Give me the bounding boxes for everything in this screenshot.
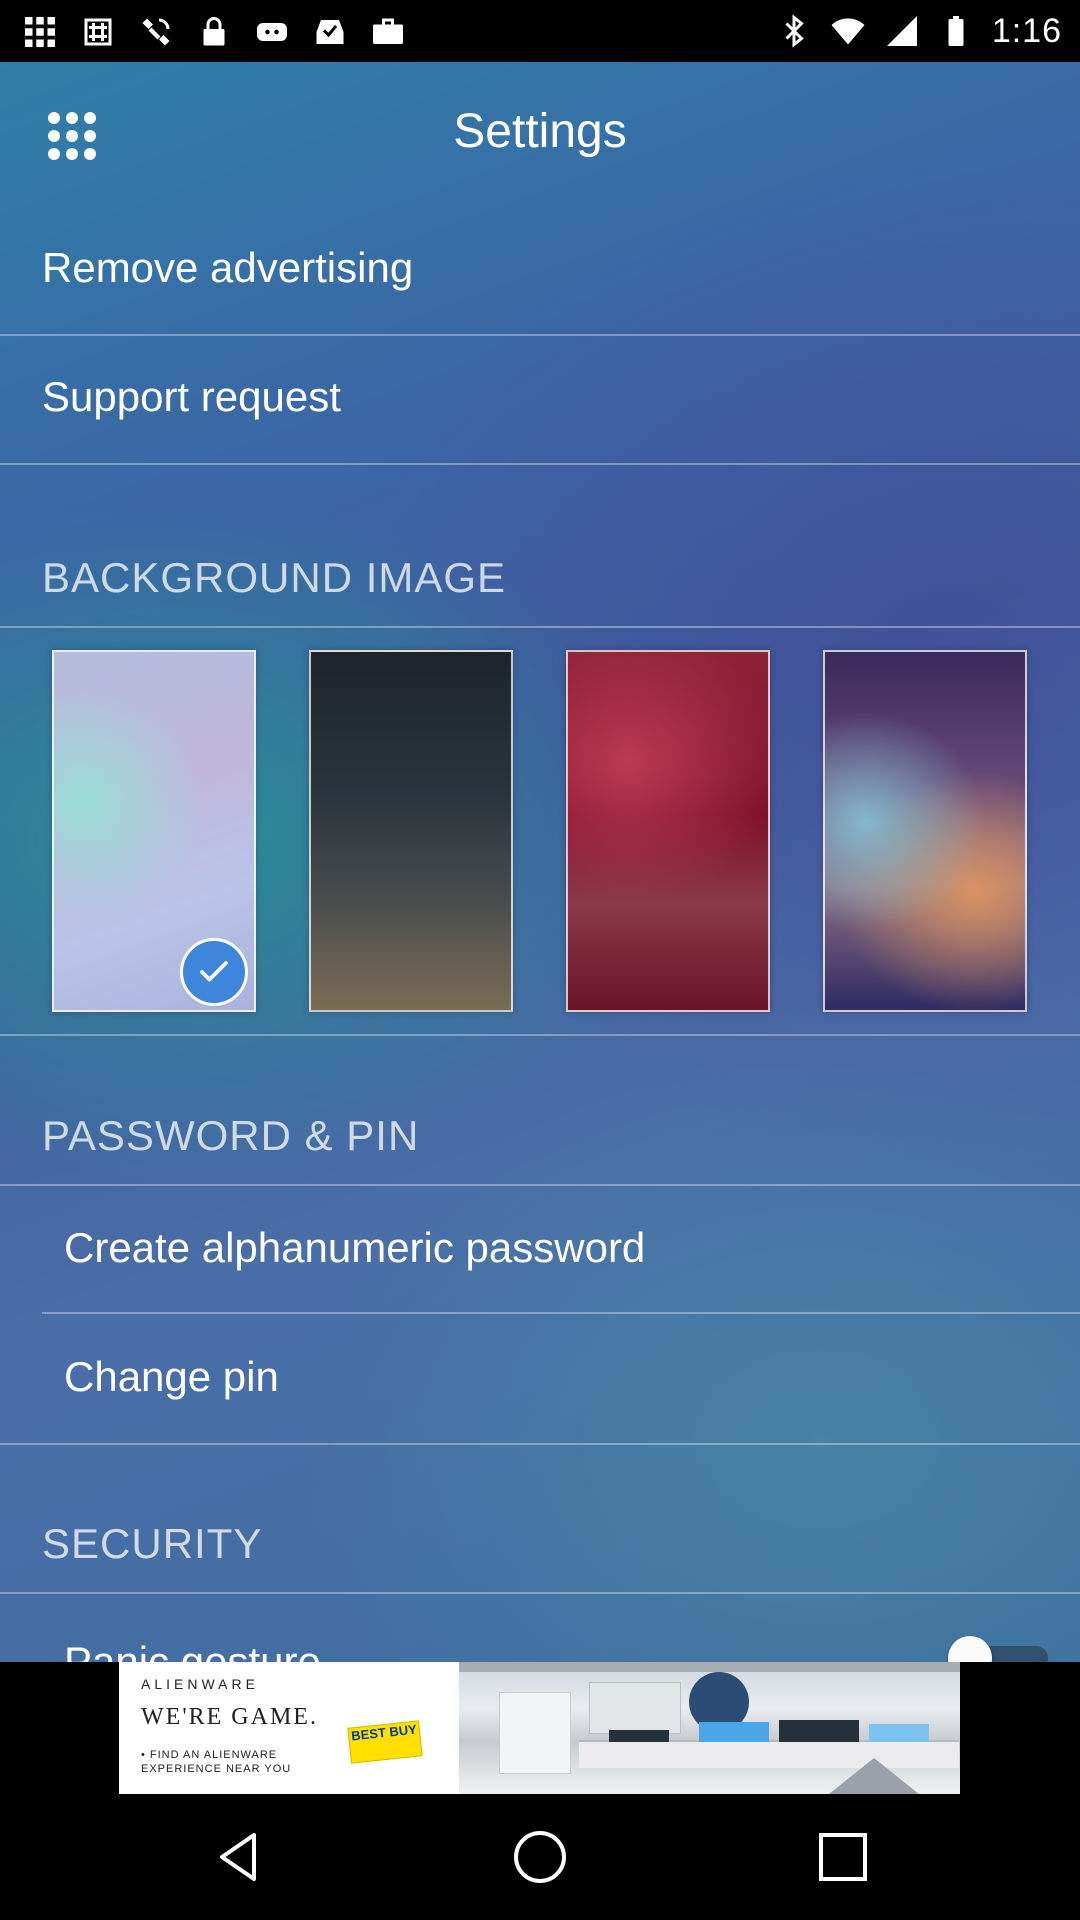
game-app-icon	[254, 14, 290, 50]
ad-brand: ALIENWARE	[141, 1676, 259, 1692]
ad-display-stand	[499, 1692, 571, 1774]
home-icon[interactable]	[505, 1822, 575, 1892]
recents-icon[interactable]	[808, 1822, 878, 1892]
ad-area: ALIENWARE WE'RE GAME. • FIND AN ALIENWAR…	[0, 1662, 1080, 1794]
status-bar: 1:16	[0, 0, 1080, 62]
hashtag-app-icon	[80, 14, 116, 50]
panic-gesture-item[interactable]: Panic gesture	[0, 1594, 1080, 1662]
page-title: Settings	[453, 105, 627, 158]
ad-monitor-1	[699, 1722, 769, 1742]
ad-counter	[579, 1740, 959, 1768]
background-image-section-title: BACKGROUND IMAGE	[42, 554, 507, 601]
toggle-knob	[948, 1636, 992, 1662]
background-option-crimson[interactable]	[566, 650, 770, 1012]
ad-laptop-1	[609, 1730, 669, 1742]
checkmark-icon	[180, 938, 248, 1006]
battery-icon	[938, 13, 974, 49]
ad-store-photo	[459, 1662, 960, 1794]
ad-monitor-2	[779, 1720, 859, 1742]
settings-panel: Settings Remove advertising Support requ…	[0, 62, 1080, 1662]
create-password-label: Create alphanumeric password	[64, 1224, 646, 1271]
password-pin-section-title: PASSWORD & PIN	[42, 1112, 420, 1159]
background-image-section-header: BACKGROUND IMAGE	[0, 546, 1080, 628]
briefcase-icon	[370, 14, 406, 50]
wifi-icon	[830, 13, 866, 49]
security-section-title: SECURITY	[42, 1520, 263, 1567]
notification-icons	[22, 12, 406, 52]
remove-advertising-item[interactable]: Remove advertising	[0, 206, 1080, 336]
header: Settings	[0, 62, 1080, 212]
panic-gesture-label: Panic gesture	[64, 1638, 321, 1662]
background-option-purple-peach[interactable]	[823, 650, 1027, 1012]
ad-badge: BEST BUY	[347, 1720, 423, 1764]
background-option-dark-slate[interactable]	[309, 650, 513, 1012]
ad-ceiling	[459, 1662, 960, 1672]
support-request-item[interactable]: Support request	[0, 335, 1080, 465]
screen: 1:16 Settings Remove advertising Support…	[0, 0, 1080, 1920]
back-icon[interactable]	[205, 1822, 275, 1892]
remove-advertising-label: Remove advertising	[42, 244, 414, 291]
ad-headline: WE'RE GAME.	[141, 1704, 318, 1730]
panic-gesture-toggle[interactable]	[948, 1636, 1048, 1662]
background-option-light-lavender[interactable]	[52, 650, 256, 1012]
create-alphanumeric-password-item[interactable]: Create alphanumeric password	[0, 1186, 1080, 1314]
ad-wall-display	[589, 1682, 681, 1734]
support-request-label: Support request	[42, 373, 341, 420]
grid-app-icon	[22, 14, 58, 50]
bluetooth-icon	[776, 13, 812, 49]
security-section-header: SECURITY	[0, 1512, 1080, 1594]
system-icons: 1:16	[776, 10, 1062, 52]
inbox-check-icon	[312, 14, 348, 50]
navigation-bar	[0, 1794, 1080, 1920]
ad-subtext: • FIND AN ALIENWARE EXPERIENCE NEAR YOU	[141, 1749, 292, 1775]
ad-banner[interactable]: ALIENWARE WE'RE GAME. • FIND AN ALIENWAR…	[119, 1662, 960, 1794]
background-image-options	[0, 650, 1080, 1036]
lock-app-icon	[196, 14, 232, 50]
satellite-app-icon	[138, 14, 174, 50]
ad-monitor-3	[869, 1724, 929, 1742]
ad-text-panel: ALIENWARE WE'RE GAME. • FIND AN ALIENWAR…	[119, 1662, 459, 1794]
password-pin-section-header: PASSWORD & PIN	[0, 1104, 1080, 1186]
change-pin-label: Change pin	[64, 1353, 279, 1400]
cellular-signal-icon	[884, 13, 920, 49]
change-pin-item[interactable]: Change pin	[0, 1315, 1080, 1445]
status-time: 1:16	[991, 11, 1062, 50]
